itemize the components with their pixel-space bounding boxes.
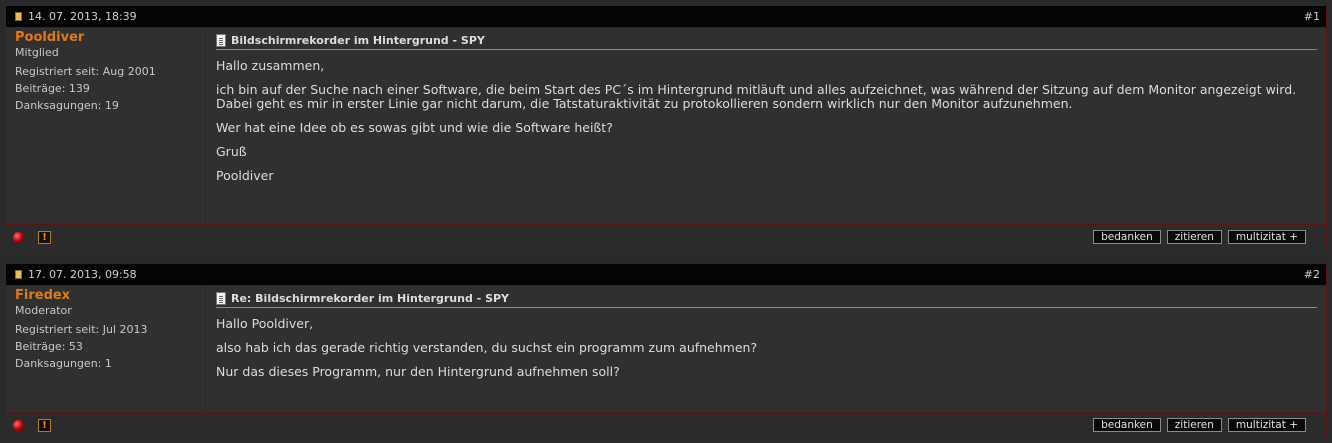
post-1: 14. 07. 2013, 18:39 #1 Pooldiver Mitglie… xyxy=(5,5,1327,250)
multiquote-button[interactable]: multizitat + xyxy=(1227,418,1306,432)
message-paragraph: Gruß xyxy=(216,144,247,159)
user-post-count: Beiträge: 139 xyxy=(15,82,90,95)
post-header: 14. 07. 2013, 18:39 #1 xyxy=(6,6,1326,28)
user-thanks-count: Danksagungen: 1 xyxy=(15,357,112,370)
user-title: Moderator xyxy=(15,304,72,317)
document-icon xyxy=(216,34,226,47)
report-icon[interactable]: ! xyxy=(38,418,51,432)
offline-status-icon xyxy=(13,419,24,431)
user-registered: Registriert seit: Aug 2001 xyxy=(15,65,156,78)
post-date: 17. 07. 2013, 09:58 xyxy=(28,268,137,281)
post-date-icon xyxy=(15,270,22,279)
thank-button[interactable]: bedanken xyxy=(1093,230,1161,244)
post-date-icon xyxy=(15,12,22,21)
post-header: 17. 07. 2013, 09:58 #2 xyxy=(6,264,1326,286)
quote-button[interactable]: zitieren xyxy=(1166,230,1222,244)
post-title-row: Re: Bildschirmrekorder im Hintergrund - … xyxy=(216,292,1317,308)
user-thanks-count: Danksagungen: 19 xyxy=(15,99,119,112)
post-content: Bildschirmrekorder im Hintergrund - SPY … xyxy=(206,28,1326,224)
report-icon[interactable]: ! xyxy=(38,230,51,244)
post-message: Hallo Pooldiver, also hab ich das gerade… xyxy=(216,317,1317,379)
post-title: Bildschirmrekorder im Hintergrund - SPY xyxy=(231,34,485,47)
user-info: Firedex Moderator Registriert seit: Jul … xyxy=(6,286,206,412)
message-paragraph: Hallo Pooldiver, xyxy=(216,316,314,331)
post-date: 14. 07. 2013, 18:39 xyxy=(28,10,137,23)
message-paragraph: also hab ich das gerade richtig verstand… xyxy=(216,340,758,355)
thank-button[interactable]: bedanken xyxy=(1093,418,1161,432)
post-content: Re: Bildschirmrekorder im Hintergrund - … xyxy=(206,286,1326,412)
offline-status-icon xyxy=(13,231,24,243)
multiquote-button[interactable]: multizitat + xyxy=(1227,230,1306,244)
post-number-link[interactable]: #2 xyxy=(1304,268,1320,281)
user-info: Pooldiver Mitglied Registriert seit: Aug… xyxy=(6,28,206,224)
post-title: Re: Bildschirmrekorder im Hintergrund - … xyxy=(231,292,510,305)
message-paragraph: Hallo zusammen, xyxy=(216,58,325,73)
username-link[interactable]: Firedex xyxy=(15,288,205,303)
post-title-row: Bildschirmrekorder im Hintergrund - SPY xyxy=(216,34,1317,50)
document-icon xyxy=(216,292,226,305)
message-paragraph: Wer hat eine Idee ob es sowas gibt und w… xyxy=(216,120,613,135)
quote-button[interactable]: zitieren xyxy=(1166,418,1222,432)
message-paragraph: Pooldiver xyxy=(216,168,274,183)
post-2: 17. 07. 2013, 09:58 #2 Firedex Moderator… xyxy=(5,263,1327,438)
post-footer: ! bedanken zitieren multizitat + xyxy=(6,224,1326,249)
user-title: Mitglied xyxy=(15,46,59,59)
post-number-link[interactable]: #1 xyxy=(1304,10,1320,23)
post-footer: ! bedanken zitieren multizitat + xyxy=(6,412,1326,437)
user-post-count: Beiträge: 53 xyxy=(15,340,83,353)
post-message: Hallo zusammen, ich bin auf der Suche na… xyxy=(216,59,1317,183)
username-link[interactable]: Pooldiver xyxy=(15,30,205,45)
message-paragraph: Nur das dieses Programm, nur den Hinterg… xyxy=(216,364,620,379)
user-registered: Registriert seit: Jul 2013 xyxy=(15,323,148,336)
message-paragraph: ich bin auf der Suche nach einer Softwar… xyxy=(216,82,1297,111)
